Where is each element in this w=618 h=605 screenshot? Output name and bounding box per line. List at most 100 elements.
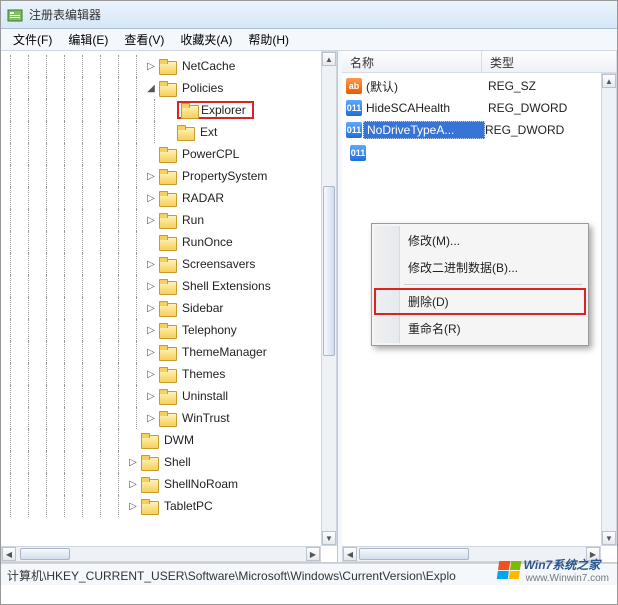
folder-icon: [159, 81, 175, 95]
expander-icon[interactable]: ◢: [145, 82, 157, 94]
value-type: REG_DWORD: [488, 101, 567, 115]
registry-tree[interactable]: ▷NetCache ◢ Policies ExplorerExtPowerCPL ▷ Pr…: [1, 51, 321, 521]
tree-item-label: RunOnce: [179, 234, 236, 250]
scroll-up-icon[interactable]: ▲: [322, 52, 336, 66]
scroll-left-icon[interactable]: ◀: [2, 547, 16, 561]
tree-item[interactable]: ▷ Uninstall: [1, 385, 321, 407]
tree-item[interactable]: ▷WinTrust: [1, 407, 321, 429]
tree-item-label: Shell: [161, 454, 194, 470]
value-row[interactable]: ab(默认)REG_SZ: [342, 75, 617, 97]
tree-item[interactable]: RunOnce: [1, 231, 321, 253]
tree-item[interactable]: ▷Shell Extensions: [1, 275, 321, 297]
tree-item[interactable]: DWM: [1, 429, 321, 451]
statusbar: 计算机\HKEY_CURRENT_USER\Software\Microsoft…: [1, 563, 617, 585]
expander-icon[interactable]: ▷: [145, 192, 157, 204]
list-vertical-scrollbar[interactable]: ▲ ▼: [601, 73, 617, 546]
folder-icon: [177, 125, 193, 139]
tree-item[interactable]: ▷ShellNoRoam: [1, 473, 321, 495]
scroll-right-icon[interactable]: ▶: [306, 547, 320, 561]
expander-icon[interactable]: ▷: [145, 214, 157, 226]
tree-item[interactable]: ▷Screensavers: [1, 253, 321, 275]
scroll-down-icon[interactable]: ▼: [322, 531, 336, 545]
expander-icon[interactable]: ▷: [145, 170, 157, 182]
tree-horizontal-scrollbar[interactable]: ◀ ▶: [1, 546, 321, 562]
expander-icon[interactable]: ▷: [145, 60, 157, 72]
tree-item[interactable]: ▷ Run: [1, 209, 321, 231]
expander-icon[interactable]: ▷: [145, 324, 157, 336]
tree-item-label: Telephony: [179, 322, 240, 338]
expander-icon[interactable]: ▷: [127, 456, 139, 468]
menu-help[interactable]: 帮助(H): [240, 29, 297, 50]
dword-value-icon: 011: [346, 100, 362, 116]
tree-item[interactable]: ▷ ThemeManager: [1, 341, 321, 363]
context-menu-rename[interactable]: 重命名(R): [374, 315, 586, 342]
tree-item-label: ThemeManager: [179, 344, 270, 360]
folder-icon: [141, 433, 157, 447]
tree-item[interactable]: Explorer: [1, 99, 321, 121]
folder-icon: [159, 345, 175, 359]
folder-icon: [159, 389, 175, 403]
tree-item[interactable]: Ext: [1, 121, 321, 143]
tree-item[interactable]: ◢ Policies: [1, 77, 321, 99]
tree-item[interactable]: ▷ Telephony: [1, 319, 321, 341]
value-name: NoDriveTypeA...: [363, 121, 485, 139]
expander-icon: [127, 434, 139, 446]
value-row[interactable]: 011HideSCAHealthREG_DWORD: [342, 97, 617, 119]
list-header: 名称 类型: [342, 51, 617, 73]
menu-favorites[interactable]: 收藏夹(A): [172, 29, 240, 50]
folder-icon: [159, 411, 175, 425]
tree-item-label: Policies: [179, 80, 226, 96]
scroll-down-icon[interactable]: ▼: [602, 531, 616, 545]
menu-file[interactable]: 文件(F): [5, 29, 60, 50]
folder-icon: [159, 191, 175, 205]
value-row[interactable]: 011NoDriveTypeA...REG_DWORD: [342, 119, 617, 141]
context-menu-delete[interactable]: 删除(D): [374, 288, 586, 315]
tree-item[interactable]: ▷RADAR: [1, 187, 321, 209]
tree-item[interactable]: ▷Sidebar: [1, 297, 321, 319]
expander-icon[interactable]: ▷: [145, 302, 157, 314]
context-menu-modify[interactable]: 修改(M)...: [374, 227, 586, 254]
folder-icon: [159, 257, 175, 271]
expander-icon[interactable]: ▷: [127, 500, 139, 512]
scroll-thumb[interactable]: [359, 548, 469, 560]
scroll-right-icon[interactable]: ▶: [586, 547, 600, 561]
column-header-name[interactable]: 名称: [342, 51, 482, 72]
expander-icon[interactable]: ▷: [145, 346, 157, 358]
expander-icon[interactable]: ▷: [145, 280, 157, 292]
expander-icon[interactable]: ▷: [145, 258, 157, 270]
scroll-thumb[interactable]: [20, 548, 70, 560]
list-horizontal-scrollbar[interactable]: ◀ ▶: [342, 546, 601, 562]
context-menu-modify-binary[interactable]: 修改二进制数据(B)...: [374, 254, 586, 281]
tree-item-label: Run: [179, 212, 207, 228]
expander-icon: [163, 104, 175, 116]
tree-item-label: Uninstall: [179, 388, 231, 404]
menu-view[interactable]: 查看(V): [116, 29, 172, 50]
tree-item[interactable]: ▷ Shell: [1, 451, 321, 473]
scroll-thumb[interactable]: [323, 186, 335, 356]
titlebar: 注册表编辑器: [1, 1, 617, 29]
tree-item[interactable]: ▷NetCache: [1, 55, 321, 77]
tree-item[interactable]: ▷TabletPC: [1, 495, 321, 517]
context-menu: 修改(M)... 修改二进制数据(B)... 删除(D) 重命名(R): [371, 223, 589, 346]
value-list[interactable]: ab(默认)REG_SZ011HideSCAHealthREG_DWORD011…: [342, 73, 617, 143]
expander-icon[interactable]: ▷: [145, 390, 157, 402]
scroll-up-icon[interactable]: ▲: [602, 74, 616, 88]
menu-edit[interactable]: 编辑(E): [60, 29, 116, 50]
folder-icon: [159, 323, 175, 337]
tree-item[interactable]: PowerCPL: [1, 143, 321, 165]
folder-icon: [159, 367, 175, 381]
folder-icon: [181, 103, 197, 117]
tree-item[interactable]: ▷ PropertySystem: [1, 165, 321, 187]
folder-icon: [159, 235, 175, 249]
scroll-left-icon[interactable]: ◀: [343, 547, 357, 561]
tree-item[interactable]: ▷Themes: [1, 363, 321, 385]
expander-icon[interactable]: ▷: [127, 478, 139, 490]
tree-vertical-scrollbar[interactable]: ▲ ▼: [321, 51, 337, 546]
folder-icon: [159, 169, 175, 183]
tree-item-label: PropertySystem: [179, 168, 270, 184]
expander-icon[interactable]: ▷: [145, 368, 157, 380]
expander-icon[interactable]: ▷: [145, 412, 157, 424]
value-type: REG_DWORD: [485, 123, 564, 137]
folder-icon: [159, 279, 175, 293]
column-header-type[interactable]: 类型: [482, 51, 617, 72]
